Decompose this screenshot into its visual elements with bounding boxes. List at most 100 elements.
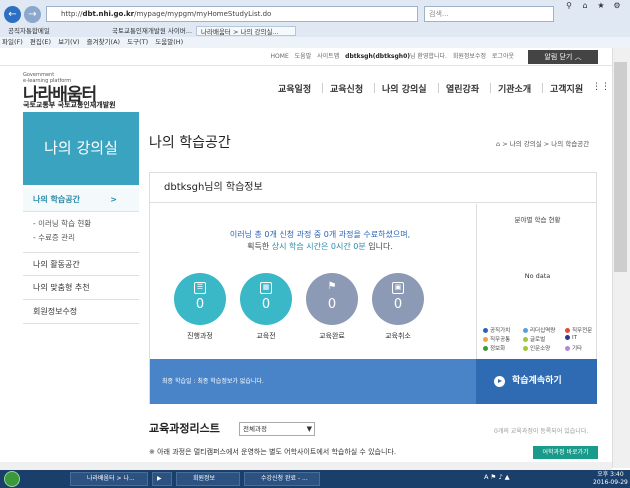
sidebar-item-learning-space[interactable]: 나의 학습공간 > — [23, 188, 139, 212]
stat-before-training[interactable]: ▦ 0 — [240, 273, 292, 325]
member-info-link[interactable]: 회원정보수정 — [453, 53, 486, 60]
clock-date: 2016-09-29 — [593, 479, 628, 486]
legend-item: IT — [565, 335, 577, 341]
back-button[interactable]: ← — [4, 6, 21, 23]
legend-item: 인문소양 — [523, 344, 550, 352]
stat-cancelled[interactable]: ▣ 0 — [372, 273, 424, 325]
legend-label: 공직가치 — [490, 328, 511, 334]
welcome-user: dbtksgh(dbtksgh0) — [345, 53, 410, 60]
sitemap-link[interactable]: 사이트맵 — [317, 53, 339, 60]
stat-label: 진행과정 — [187, 332, 213, 340]
language-course-button[interactable]: 어학과정 바로가기 — [533, 446, 598, 459]
course-filter-value: 전체과정 — [243, 425, 267, 433]
legend-item: 리더십역량 — [523, 326, 555, 334]
home-icon[interactable]: ⌂ — [496, 140, 500, 148]
menu-tools[interactable]: 도구(T) — [127, 38, 148, 46]
logo-subtitle: 국토교통부 국토교통인재개발원 — [23, 101, 116, 109]
taskbar-member-window[interactable]: 회원정보 — [176, 472, 240, 486]
course-count: 0개의 교육과정이 등록되어 있습니다. — [494, 428, 589, 435]
course-filter-select[interactable]: 전체과정 ▼ — [239, 422, 315, 436]
notification-close-button[interactable]: 알림 닫기 ︿ — [528, 50, 598, 64]
nav-support[interactable]: 고객지원 — [550, 82, 583, 95]
nav-open-lecture[interactable]: 열린강좌 — [446, 82, 479, 95]
stat-in-progress[interactable]: ☰ 0 — [174, 273, 226, 325]
speaker-icon[interactable]: ♪ — [498, 473, 502, 481]
taskbar-ie-window[interactable]: 나라배움터 > 나... — [70, 472, 148, 486]
menu-edit[interactable]: 편집(E) — [30, 38, 51, 46]
favorite-item-3[interactable]: 나라배움터 > 나의 강의실... — [196, 26, 296, 36]
favorite-item-1[interactable]: 공직자통합메일 — [4, 26, 112, 36]
nav-my-classroom[interactable]: 나의 강의실 — [382, 82, 427, 95]
flag-icon: ⚑ — [327, 281, 337, 292]
completion-message: 이러닝 총 0개 신청 과정 중 0개 과정을 수료하셨으며, — [229, 230, 411, 239]
forward-button[interactable]: → — [24, 6, 41, 23]
field-status-title: 분야별 학습 현황 — [514, 216, 561, 224]
favorite-item-2[interactable]: 국토교통인재개발원 사이버... — [108, 26, 194, 36]
sidebar-item-member-edit[interactable]: 회원정보수정 — [23, 300, 139, 324]
screen-icon: ▣ — [392, 282, 404, 294]
nav-divider — [542, 83, 543, 93]
taskbar-chrome-window[interactable]: 수강신청 완료 - ... — [244, 472, 320, 486]
flag-icon[interactable]: ⚑ — [491, 473, 497, 481]
favorites-bar: 공직자통합메일 국토교통인재개발원 사이버... 나라배움터 > 나의 강의실.… — [0, 25, 630, 37]
legend-label: 리더십역량 — [530, 328, 556, 334]
browser-search-input[interactable]: 검색... — [424, 6, 554, 22]
course-list-title: 교육과정리스트 — [149, 422, 220, 435]
learning-info-title: dbtksgh님의 학습정보 — [150, 173, 596, 203]
network-icon[interactable]: ▲ — [505, 473, 510, 481]
legend-item: 글로벌 — [523, 335, 545, 343]
stat-value: 0 — [195, 297, 205, 312]
taskbar-media-button[interactable]: ▶ — [152, 472, 172, 486]
stat-label: 교육완료 — [319, 332, 345, 340]
legend-item: 공직가치 — [483, 326, 510, 334]
continue-learning-label: 학습계속하기 — [512, 376, 562, 386]
sidebar-item-recommend[interactable]: 나의 맞춤형 추천 — [23, 276, 139, 300]
chevron-down-icon: ▼ — [306, 425, 312, 433]
breadcrumb-path: > 나의 강의실 > 나의 학습공간 — [502, 140, 590, 148]
url-prefix: http:// — [61, 10, 83, 18]
stat-value: 0 — [393, 297, 403, 312]
clock[interactable]: 오후 3:40 2016-09-29 — [593, 471, 628, 487]
help-link[interactable]: 도움말 — [295, 53, 312, 60]
menu-bar: 파일(F) 편집(E) 보기(V) 즐겨찾기(A) 도구(T) 도움말(H) — [0, 37, 630, 48]
legend-dot — [565, 335, 570, 340]
stat-completed[interactable]: ⚑ 0 — [306, 273, 358, 325]
sidebar-item-label: 나의 학습공간 — [33, 195, 80, 204]
menu-view[interactable]: 보기(V) — [58, 38, 79, 46]
stat-value: 0 — [261, 297, 271, 312]
nav-schedule[interactable]: 교육일정 — [278, 82, 311, 95]
nav-about[interactable]: 기관소개 — [498, 82, 531, 95]
legend-dot — [565, 346, 570, 351]
calendar-icon: ▦ — [260, 282, 272, 294]
site-topbar: HOME 도움말 사이트맵 dbtksgh(dbtksgh0)님 환영합니다. … — [0, 48, 612, 66]
logout-link[interactable]: 로그아웃 — [492, 53, 514, 60]
sidebar-sub-certificate[interactable]: - 수료증 관리 — [33, 232, 75, 243]
horizontal-scrollbar[interactable] — [0, 462, 612, 470]
welcome-suffix: 님 환영합니다. — [410, 53, 447, 60]
recent-learning-bar: 최종 학습일 : 최종 학습정보가 없습니다. — [150, 359, 476, 404]
menu-favorites[interactable]: 즐겨찾기(A) — [87, 38, 120, 46]
gear-icon[interactable]: ⚙ — [608, 0, 626, 12]
page-title: 나의 학습공간 — [149, 135, 231, 151]
system-tray: A ⚑ ♪ ▲ — [484, 473, 510, 481]
language-course-notice: ※ 아래 과정은 멀티캠퍼스에서 운영하는 별도 어학사이트에서 학습하실 수 … — [149, 448, 397, 456]
language-icon[interactable]: A — [484, 473, 488, 481]
home-link[interactable]: HOME — [271, 53, 289, 60]
scrollbar-thumb[interactable] — [614, 62, 627, 272]
learning-info-panel: dbtksgh님의 학습정보 이러닝 총 0개 신청 과정 중 0개 과정을 수… — [149, 172, 597, 404]
address-bar[interactable]: http://dbt.nhi.go.kr/mypage/mypgm/myHome… — [46, 6, 418, 22]
menu-file[interactable]: 파일(F) — [2, 38, 23, 46]
start-button[interactable] — [4, 471, 20, 487]
sidebar-item-activity[interactable]: 나의 활동공간 — [23, 252, 139, 276]
sidebar-sub-elearning[interactable]: - 이러닝 학습 현황 — [33, 218, 91, 229]
legend-label: 글로벌 — [530, 337, 546, 343]
nav-apply[interactable]: 교육신청 — [330, 82, 363, 95]
legend-item: 직무전문 — [565, 326, 592, 334]
continue-learning-button[interactable]: 학습계속하기 — [476, 359, 597, 404]
legend-dot — [565, 328, 570, 333]
nav-divider — [374, 83, 375, 93]
no-data-text: No data — [524, 272, 551, 280]
menu-help[interactable]: 도움말(H) — [155, 38, 183, 46]
stat-label: 교육취소 — [385, 332, 411, 340]
legend-dot — [523, 328, 528, 333]
